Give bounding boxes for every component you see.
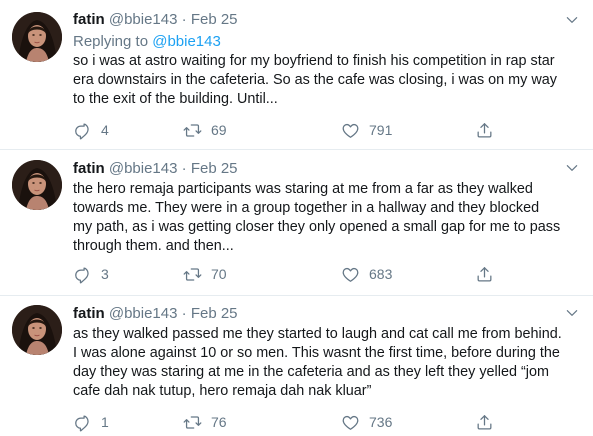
tweet-text-line: towards me. They were in a group togethe… — [73, 200, 540, 216]
replying-to-mention[interactable]: @bbie143 — [152, 33, 221, 50]
retweet-button[interactable]: 70 — [183, 262, 227, 286]
tweet-date[interactable]: Feb 25 — [191, 305, 238, 322]
retweet-count: 70 — [211, 266, 227, 282]
tweet-text-line: cafe dah nak tutup, hero remaja dah nak … — [73, 383, 372, 399]
avatar[interactable] — [12, 12, 62, 62]
reply-icon — [73, 413, 92, 432]
separator-dot: · — [181, 11, 187, 28]
tweet-text: so i was at astro waiting for my boyfrie… — [73, 52, 583, 109]
heart-icon — [341, 413, 360, 432]
tweet-actions: 3 70 683 — [73, 262, 503, 286]
tweet-actions: 1 76 736 — [73, 410, 503, 434]
tweet-text-line: so i was at astro waiting for my boyfrie… — [73, 53, 555, 69]
separator-dot: · — [181, 305, 187, 322]
retweet-button[interactable]: 69 — [183, 118, 227, 142]
share-icon — [475, 121, 494, 140]
tweet-header: fatin @bbie143 · Feb 25 — [73, 159, 238, 179]
share-button[interactable] — [475, 262, 503, 286]
chevron-down-icon[interactable] — [565, 306, 579, 320]
share-icon — [475, 265, 494, 284]
replying-to-label: Replying to — [73, 33, 149, 50]
tweet-actions: 4 69 791 — [73, 118, 503, 142]
tweet-text-line: my path, as i was getting closer they on… — [73, 219, 561, 235]
tweet[interactable]: fatin @bbie143 · Feb 25 Replying to @bbi… — [0, 0, 593, 150]
tweet-text-line: era downstairs in the cafeteria. So as t… — [73, 72, 557, 88]
heart-icon — [341, 265, 360, 284]
display-name[interactable]: fatin — [73, 160, 105, 177]
display-name[interactable]: fatin — [73, 305, 105, 322]
tweet-header: fatin @bbie143 · Feb 25 — [73, 304, 238, 324]
reply-count: 3 — [101, 266, 109, 282]
user-handle[interactable]: @bbie143 — [109, 11, 178, 28]
replying-to: Replying to @bbie143 — [73, 32, 221, 52]
tweet-date[interactable]: Feb 25 — [191, 11, 238, 28]
chevron-down-icon[interactable] — [565, 13, 579, 27]
tweet-text: as they walked passed me they started to… — [73, 325, 583, 401]
like-button[interactable]: 736 — [341, 410, 392, 434]
retweet-count: 69 — [211, 122, 227, 138]
retweet-button[interactable]: 76 — [183, 410, 227, 434]
like-button[interactable]: 791 — [341, 118, 392, 142]
separator-dot: · — [181, 160, 187, 177]
reply-count: 1 — [101, 414, 109, 430]
tweet-text-line: as they walked passed me they started to… — [73, 326, 562, 342]
heart-icon — [341, 121, 360, 140]
chevron-down-icon[interactable] — [565, 161, 579, 175]
tweet-text-line: to the exit of the building. Until... — [73, 91, 278, 107]
reply-button[interactable]: 3 — [73, 262, 109, 286]
reply-button[interactable]: 1 — [73, 410, 109, 434]
display-name[interactable]: fatin — [73, 11, 105, 28]
retweet-count: 76 — [211, 414, 227, 430]
reply-count: 4 — [101, 122, 109, 138]
like-button[interactable]: 683 — [341, 262, 392, 286]
tweet-text-line: day they was staring at me in the cafete… — [73, 364, 549, 380]
reply-icon — [73, 265, 92, 284]
reply-button[interactable]: 4 — [73, 118, 109, 142]
share-button[interactable] — [475, 410, 503, 434]
avatar[interactable] — [12, 160, 62, 210]
like-count: 683 — [369, 266, 393, 282]
tweet-header: fatin @bbie143 · Feb 25 — [73, 10, 238, 30]
user-handle[interactable]: @bbie143 — [109, 160, 178, 177]
tweet-date[interactable]: Feb 25 — [191, 160, 238, 177]
like-count: 791 — [369, 122, 393, 138]
like-count: 736 — [369, 414, 393, 430]
share-icon — [475, 413, 494, 432]
tweet-text: the hero remaja participants was staring… — [73, 180, 583, 256]
tweet-text-line: the hero remaja participants was staring… — [73, 181, 533, 197]
share-button[interactable] — [475, 118, 503, 142]
reply-icon — [73, 121, 92, 140]
retweet-icon — [183, 265, 202, 284]
retweet-icon — [183, 121, 202, 140]
tweet-text-line: through them. and then... — [73, 238, 234, 254]
retweet-icon — [183, 413, 202, 432]
avatar[interactable] — [12, 305, 62, 355]
tweet-text-line: I was alone against 10 or so men. This w… — [73, 345, 560, 361]
user-handle[interactable]: @bbie143 — [109, 305, 178, 322]
